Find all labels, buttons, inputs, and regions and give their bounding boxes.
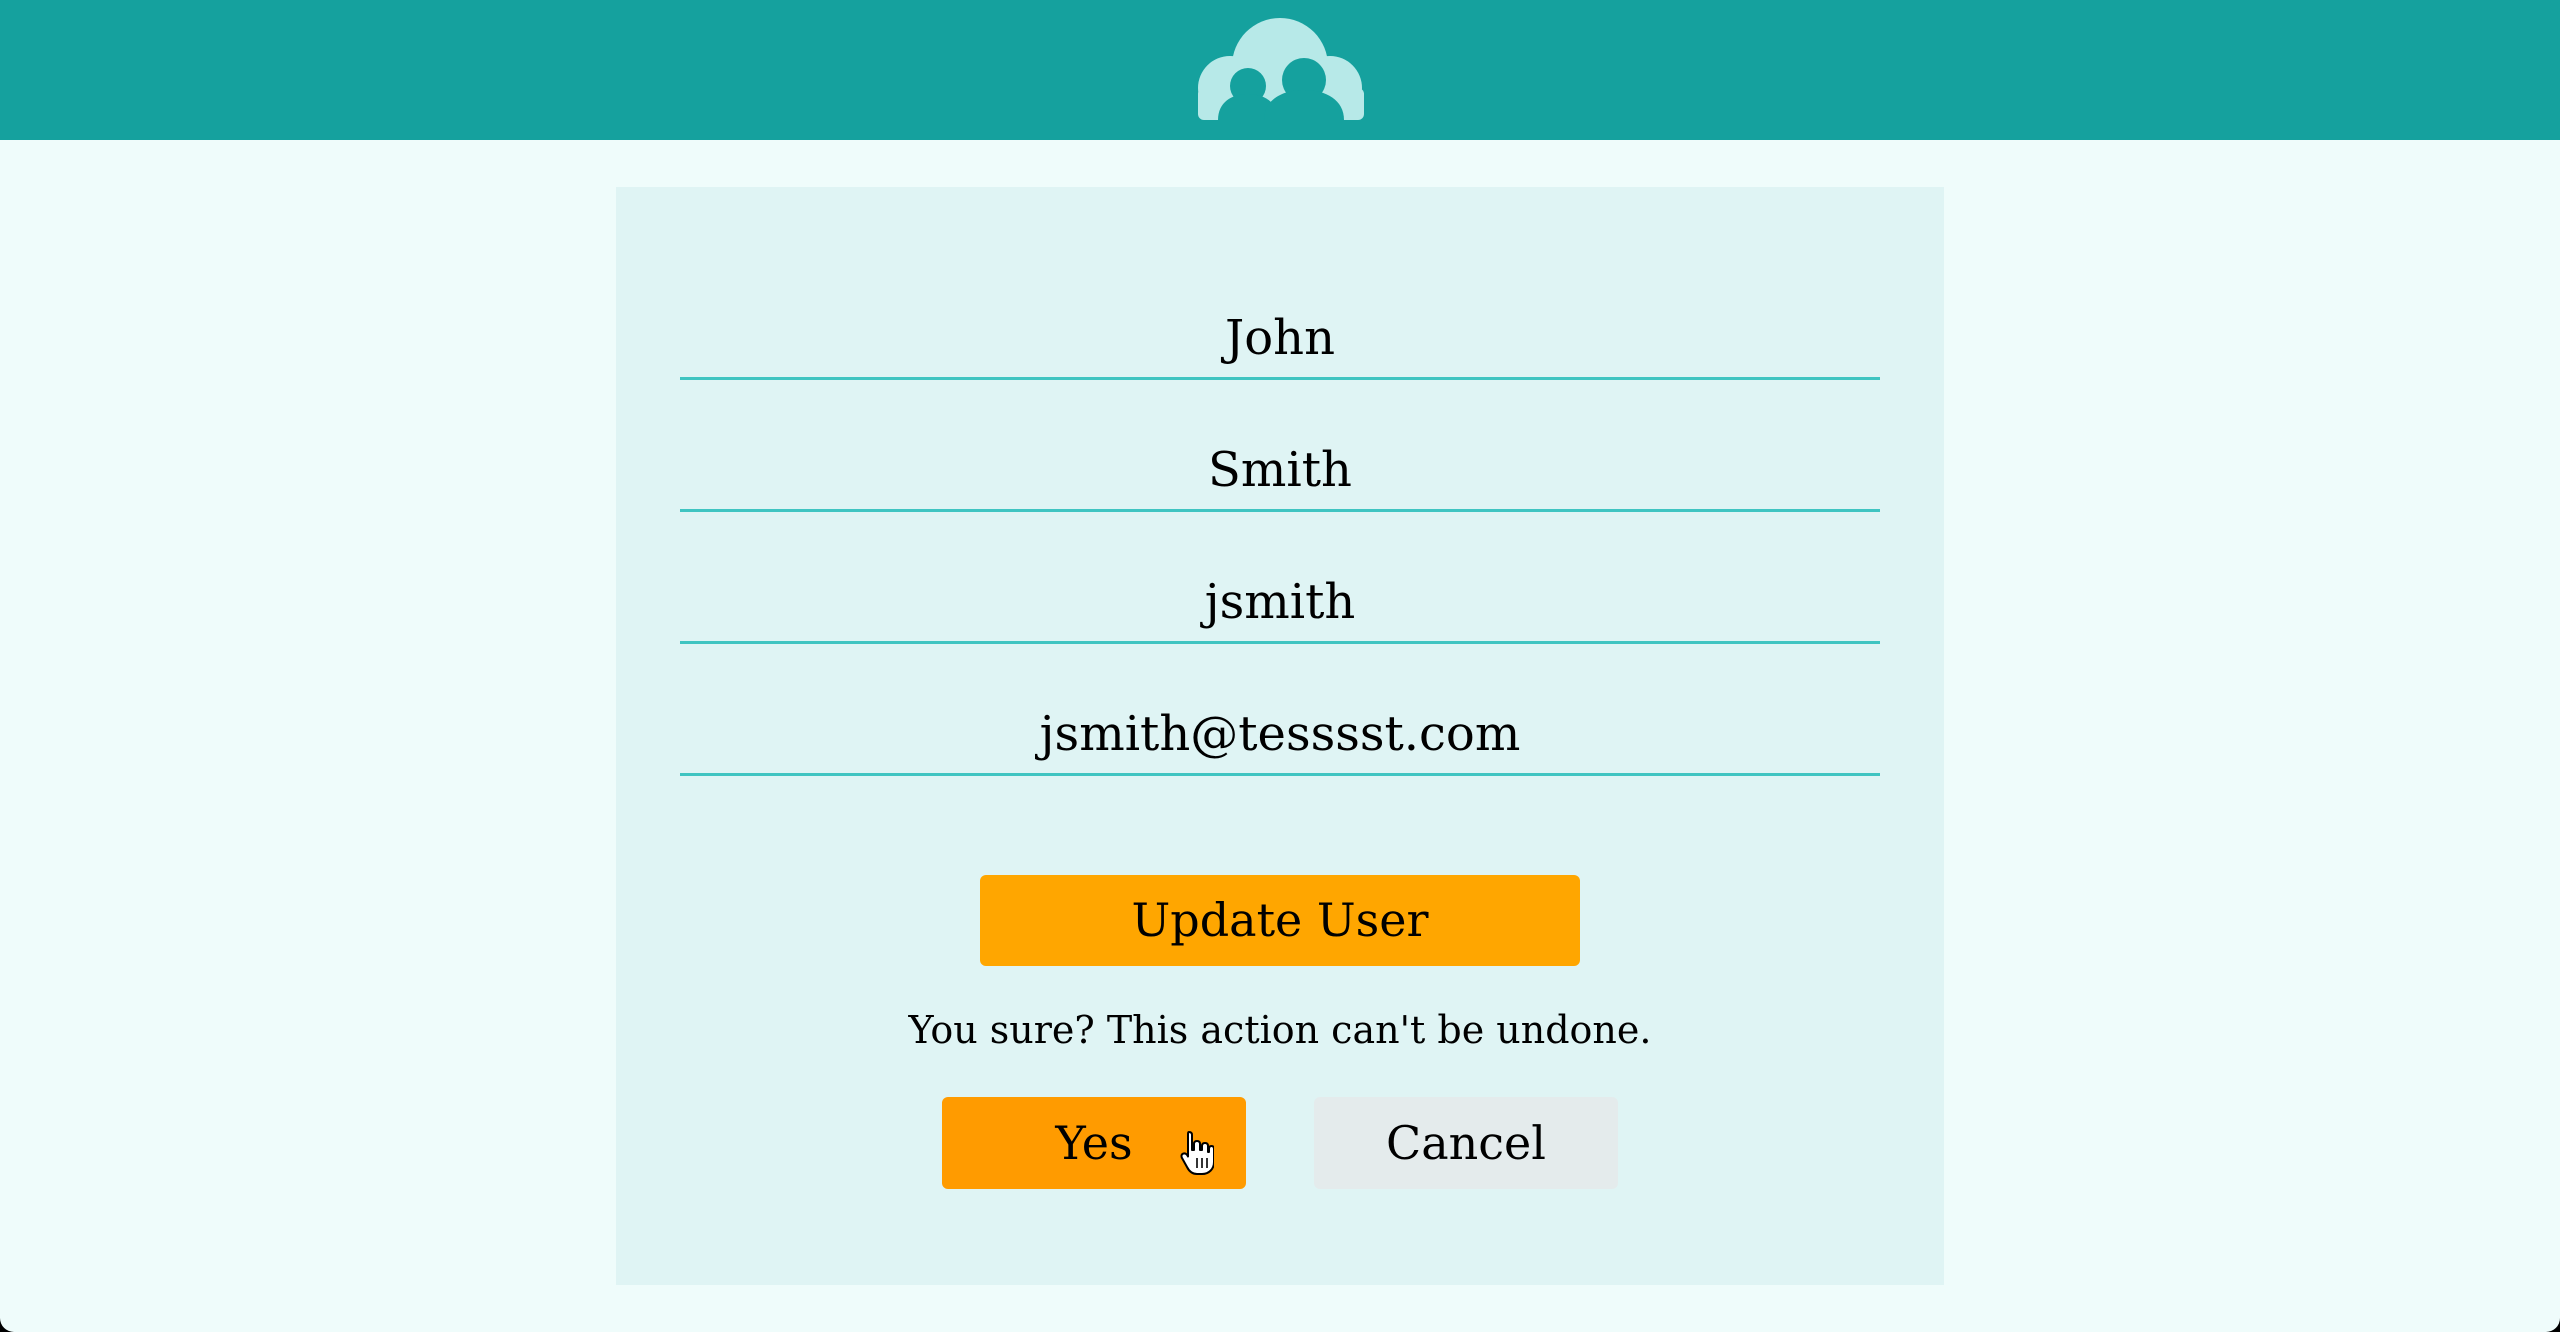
cancel-button[interactable]: Cancel [1314,1097,1618,1189]
cloud-users-logo-icon [1198,18,1364,120]
first-name-field[interactable]: John [680,296,1880,380]
update-user-button[interactable]: Update User [980,875,1580,966]
confirmation-message: You sure? This action can't be undone. [908,1008,1652,1052]
app-window: John Smith jsmith jsmith@tesssst.com Upd… [0,0,2560,1332]
pointer-hand-icon [1180,1131,1214,1175]
last-name-field[interactable]: Smith [680,428,1880,512]
top-header [0,0,2560,140]
email-field[interactable]: jsmith@tesssst.com [680,692,1880,776]
username-field[interactable]: jsmith [680,560,1880,644]
